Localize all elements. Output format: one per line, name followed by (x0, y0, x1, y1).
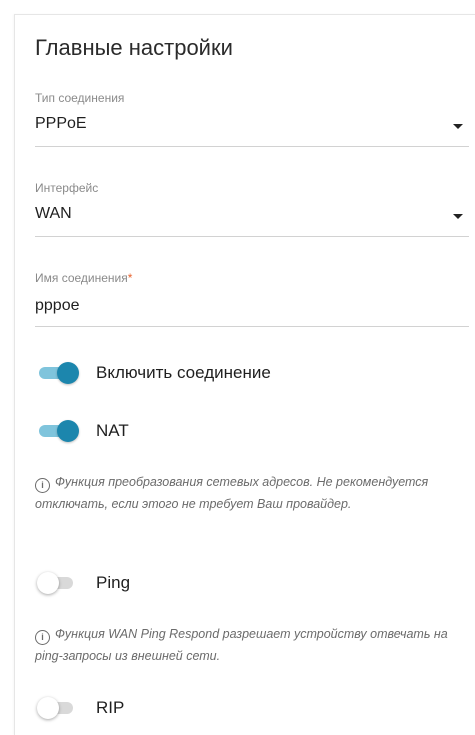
connection-name-underline (35, 326, 469, 327)
connection-type-select[interactable]: Тип соединения PPPoE (35, 91, 469, 151)
rip-label: RIP (96, 698, 125, 717)
nat-row: NAT (35, 415, 465, 445)
connection-name-field[interactable]: Имя соединения* pppoe (35, 271, 469, 331)
connection-type-value: PPPoE (35, 115, 87, 132)
chevron-down-icon (453, 124, 463, 129)
interface-select[interactable]: Интерфейс WAN (35, 181, 469, 241)
nat-hint-text: Функция преобразования сетевых адресов. … (35, 475, 429, 511)
enable-connection-label: Включить соединение (96, 363, 271, 382)
interface-underline (35, 236, 469, 237)
info-icon: i (35, 630, 50, 645)
ping-label: Ping (96, 573, 131, 592)
info-icon: i (35, 478, 50, 493)
section-title: Главные настройки (35, 35, 233, 60)
required-marker: * (127, 271, 133, 285)
nat-toggle[interactable] (37, 420, 79, 442)
ping-hint-text: Функция WAN Ping Respond разрешает устро… (35, 627, 448, 663)
ping-toggle[interactable] (37, 572, 77, 594)
nat-hint: i Функция преобразования сетевых адресов.… (35, 471, 471, 515)
connection-name-value: pppoe (35, 297, 80, 314)
enable-connection-row: Включить соединение (35, 357, 465, 387)
enable-connection-toggle[interactable] (37, 362, 79, 384)
interface-value: WAN (35, 205, 72, 222)
rip-toggle[interactable] (37, 697, 77, 719)
interface-label: Интерфейс (35, 181, 99, 195)
toggle-knob (37, 572, 59, 594)
ping-row: Ping (35, 567, 465, 597)
chevron-down-icon (453, 214, 463, 219)
connection-type-underline (35, 146, 469, 147)
ping-hint: i Функция WAN Ping Respond разрешает устр… (35, 623, 471, 667)
toggle-knob (57, 362, 79, 384)
main-settings-card: Главные настройки Тип соединения PPPoE И… (14, 14, 475, 735)
toggle-knob (57, 420, 79, 442)
rip-row: RIP (35, 692, 465, 722)
toggle-knob (37, 697, 59, 719)
nat-label: NAT (96, 421, 129, 440)
connection-name-label: Имя соединения* (35, 271, 469, 285)
connection-name-label-text: Имя соединения (35, 271, 128, 285)
connection-type-label: Тип соединения (35, 91, 125, 105)
